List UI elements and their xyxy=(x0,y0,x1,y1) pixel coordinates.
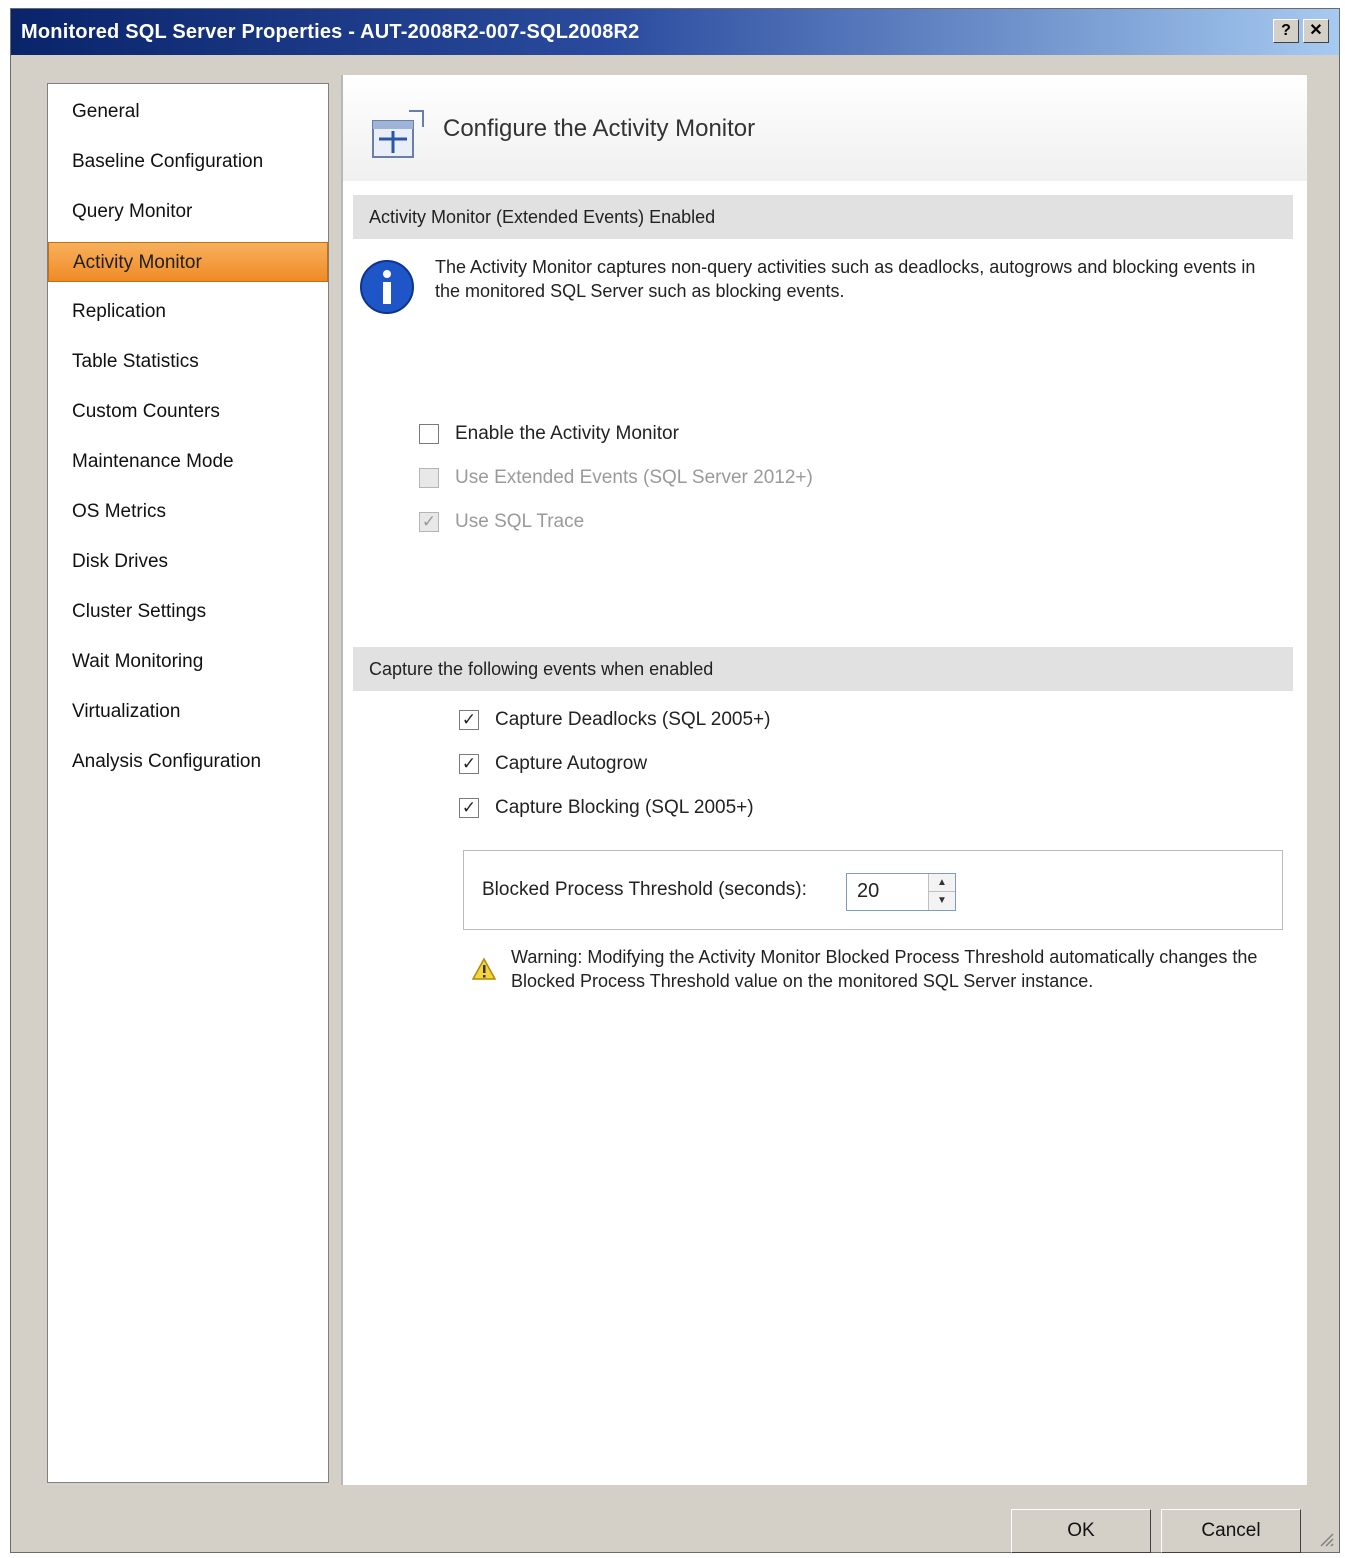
cancel-button[interactable]: Cancel xyxy=(1161,1509,1301,1553)
sidebar-item-virtualization[interactable]: Virtualization xyxy=(48,692,328,732)
enable-activity-monitor-checkbox[interactable] xyxy=(419,424,439,444)
warning-icon xyxy=(471,957,497,980)
sidebar-item-analysis-configuration[interactable]: Analysis Configuration xyxy=(48,742,328,782)
page-title: Configure the Activity Monitor xyxy=(443,115,756,142)
info-message: The Activity Monitor captures non-query … xyxy=(359,255,1289,325)
capture-deadlocks-label: Capture Deadlocks (SQL 2005+) xyxy=(495,709,771,730)
dialog-client-area: General Baseline Configuration Query Mon… xyxy=(11,55,1339,1553)
sidebar-item-table-statistics[interactable]: Table Statistics xyxy=(48,342,328,382)
blocked-process-threshold-spinner[interactable]: 20 ▲ ▼ xyxy=(846,873,956,911)
section-header-capture-events: Capture the following events when enable… xyxy=(353,647,1293,691)
sidebar-item-activity-monitor[interactable]: Activity Monitor xyxy=(48,242,328,282)
resize-grip-icon[interactable] xyxy=(1315,1528,1335,1548)
sidebar-item-cluster-settings[interactable]: Cluster Settings xyxy=(48,592,328,632)
activity-monitor-icon xyxy=(372,110,424,158)
ok-button[interactable]: OK xyxy=(1011,1509,1151,1553)
use-sql-trace-checkbox[interactable]: ✓ xyxy=(419,512,439,532)
help-button[interactable]: ? xyxy=(1273,19,1299,43)
use-extended-events-label: Use Extended Events (SQL Server 2012+) xyxy=(455,467,813,488)
enable-activity-monitor-label: Enable the Activity Monitor xyxy=(455,423,679,444)
enable-activity-monitor-option[interactable]: Enable the Activity Monitor xyxy=(419,419,679,449)
blocked-process-threshold-label: Blocked Process Threshold (seconds): xyxy=(482,879,807,900)
use-sql-trace-label: Use SQL Trace xyxy=(455,511,585,532)
capture-deadlocks-checkbox[interactable]: ✓ xyxy=(459,710,479,730)
capture-blocking-checkbox[interactable]: ✓ xyxy=(459,798,479,818)
sidebar-item-general[interactable]: General xyxy=(48,92,328,132)
sidebar-item-query-monitor[interactable]: Query Monitor xyxy=(48,192,328,232)
capture-autogrow-label: Capture Autogrow xyxy=(495,753,648,774)
spinner-up-arrow-icon[interactable]: ▲ xyxy=(929,874,955,892)
capture-blocking-label: Capture Blocking (SQL 2005+) xyxy=(495,797,754,818)
sidebar-item-baseline-configuration[interactable]: Baseline Configuration xyxy=(48,142,328,182)
page-header: Configure the Activity Monitor xyxy=(343,75,1307,181)
spinner-buttons: ▲ ▼ xyxy=(928,874,955,910)
sidebar-nav: General Baseline Configuration Query Mon… xyxy=(47,83,329,1483)
sidebar-item-wait-monitoring[interactable]: Wait Monitoring xyxy=(48,642,328,682)
spinner-down-arrow-icon[interactable]: ▼ xyxy=(929,892,955,910)
blocked-process-threshold-value[interactable]: 20 xyxy=(857,880,879,903)
use-extended-events-option[interactable]: Use Extended Events (SQL Server 2012+) xyxy=(419,463,813,493)
sidebar-item-os-metrics[interactable]: OS Metrics xyxy=(48,492,328,532)
warning-text: Warning: Modifying the Activity Monitor … xyxy=(511,947,1258,991)
sidebar-item-replication[interactable]: Replication xyxy=(48,292,328,332)
window-title: Monitored SQL Server Properties - AUT-20… xyxy=(21,21,640,43)
settings-panel: Configure the Activity Monitor Activity … xyxy=(341,75,1307,1485)
info-text: The Activity Monitor captures non-query … xyxy=(435,257,1256,301)
capture-deadlocks-option[interactable]: ✓ Capture Deadlocks (SQL 2005+) xyxy=(459,705,770,735)
section-header-activity-monitor: Activity Monitor (Extended Events) Enabl… xyxy=(353,195,1293,239)
capture-autogrow-checkbox[interactable]: ✓ xyxy=(459,754,479,774)
capture-blocking-option[interactable]: ✓ Capture Blocking (SQL 2005+) xyxy=(459,793,754,823)
blocked-process-threshold-group: Blocked Process Threshold (seconds): 20 … xyxy=(463,850,1283,930)
close-button[interactable]: ✕ xyxy=(1303,19,1329,43)
properties-dialog: Monitored SQL Server Properties - AUT-20… xyxy=(10,8,1340,1553)
use-extended-events-checkbox[interactable] xyxy=(419,468,439,488)
sidebar-item-disk-drives[interactable]: Disk Drives xyxy=(48,542,328,582)
sidebar-item-maintenance-mode[interactable]: Maintenance Mode xyxy=(48,442,328,482)
sidebar-item-custom-counters[interactable]: Custom Counters xyxy=(48,392,328,432)
info-icon xyxy=(360,260,414,314)
use-sql-trace-option[interactable]: ✓ Use SQL Trace xyxy=(419,507,584,537)
title-bar[interactable]: Monitored SQL Server Properties - AUT-20… xyxy=(11,9,1339,55)
capture-autogrow-option[interactable]: ✓ Capture Autogrow xyxy=(459,749,647,779)
